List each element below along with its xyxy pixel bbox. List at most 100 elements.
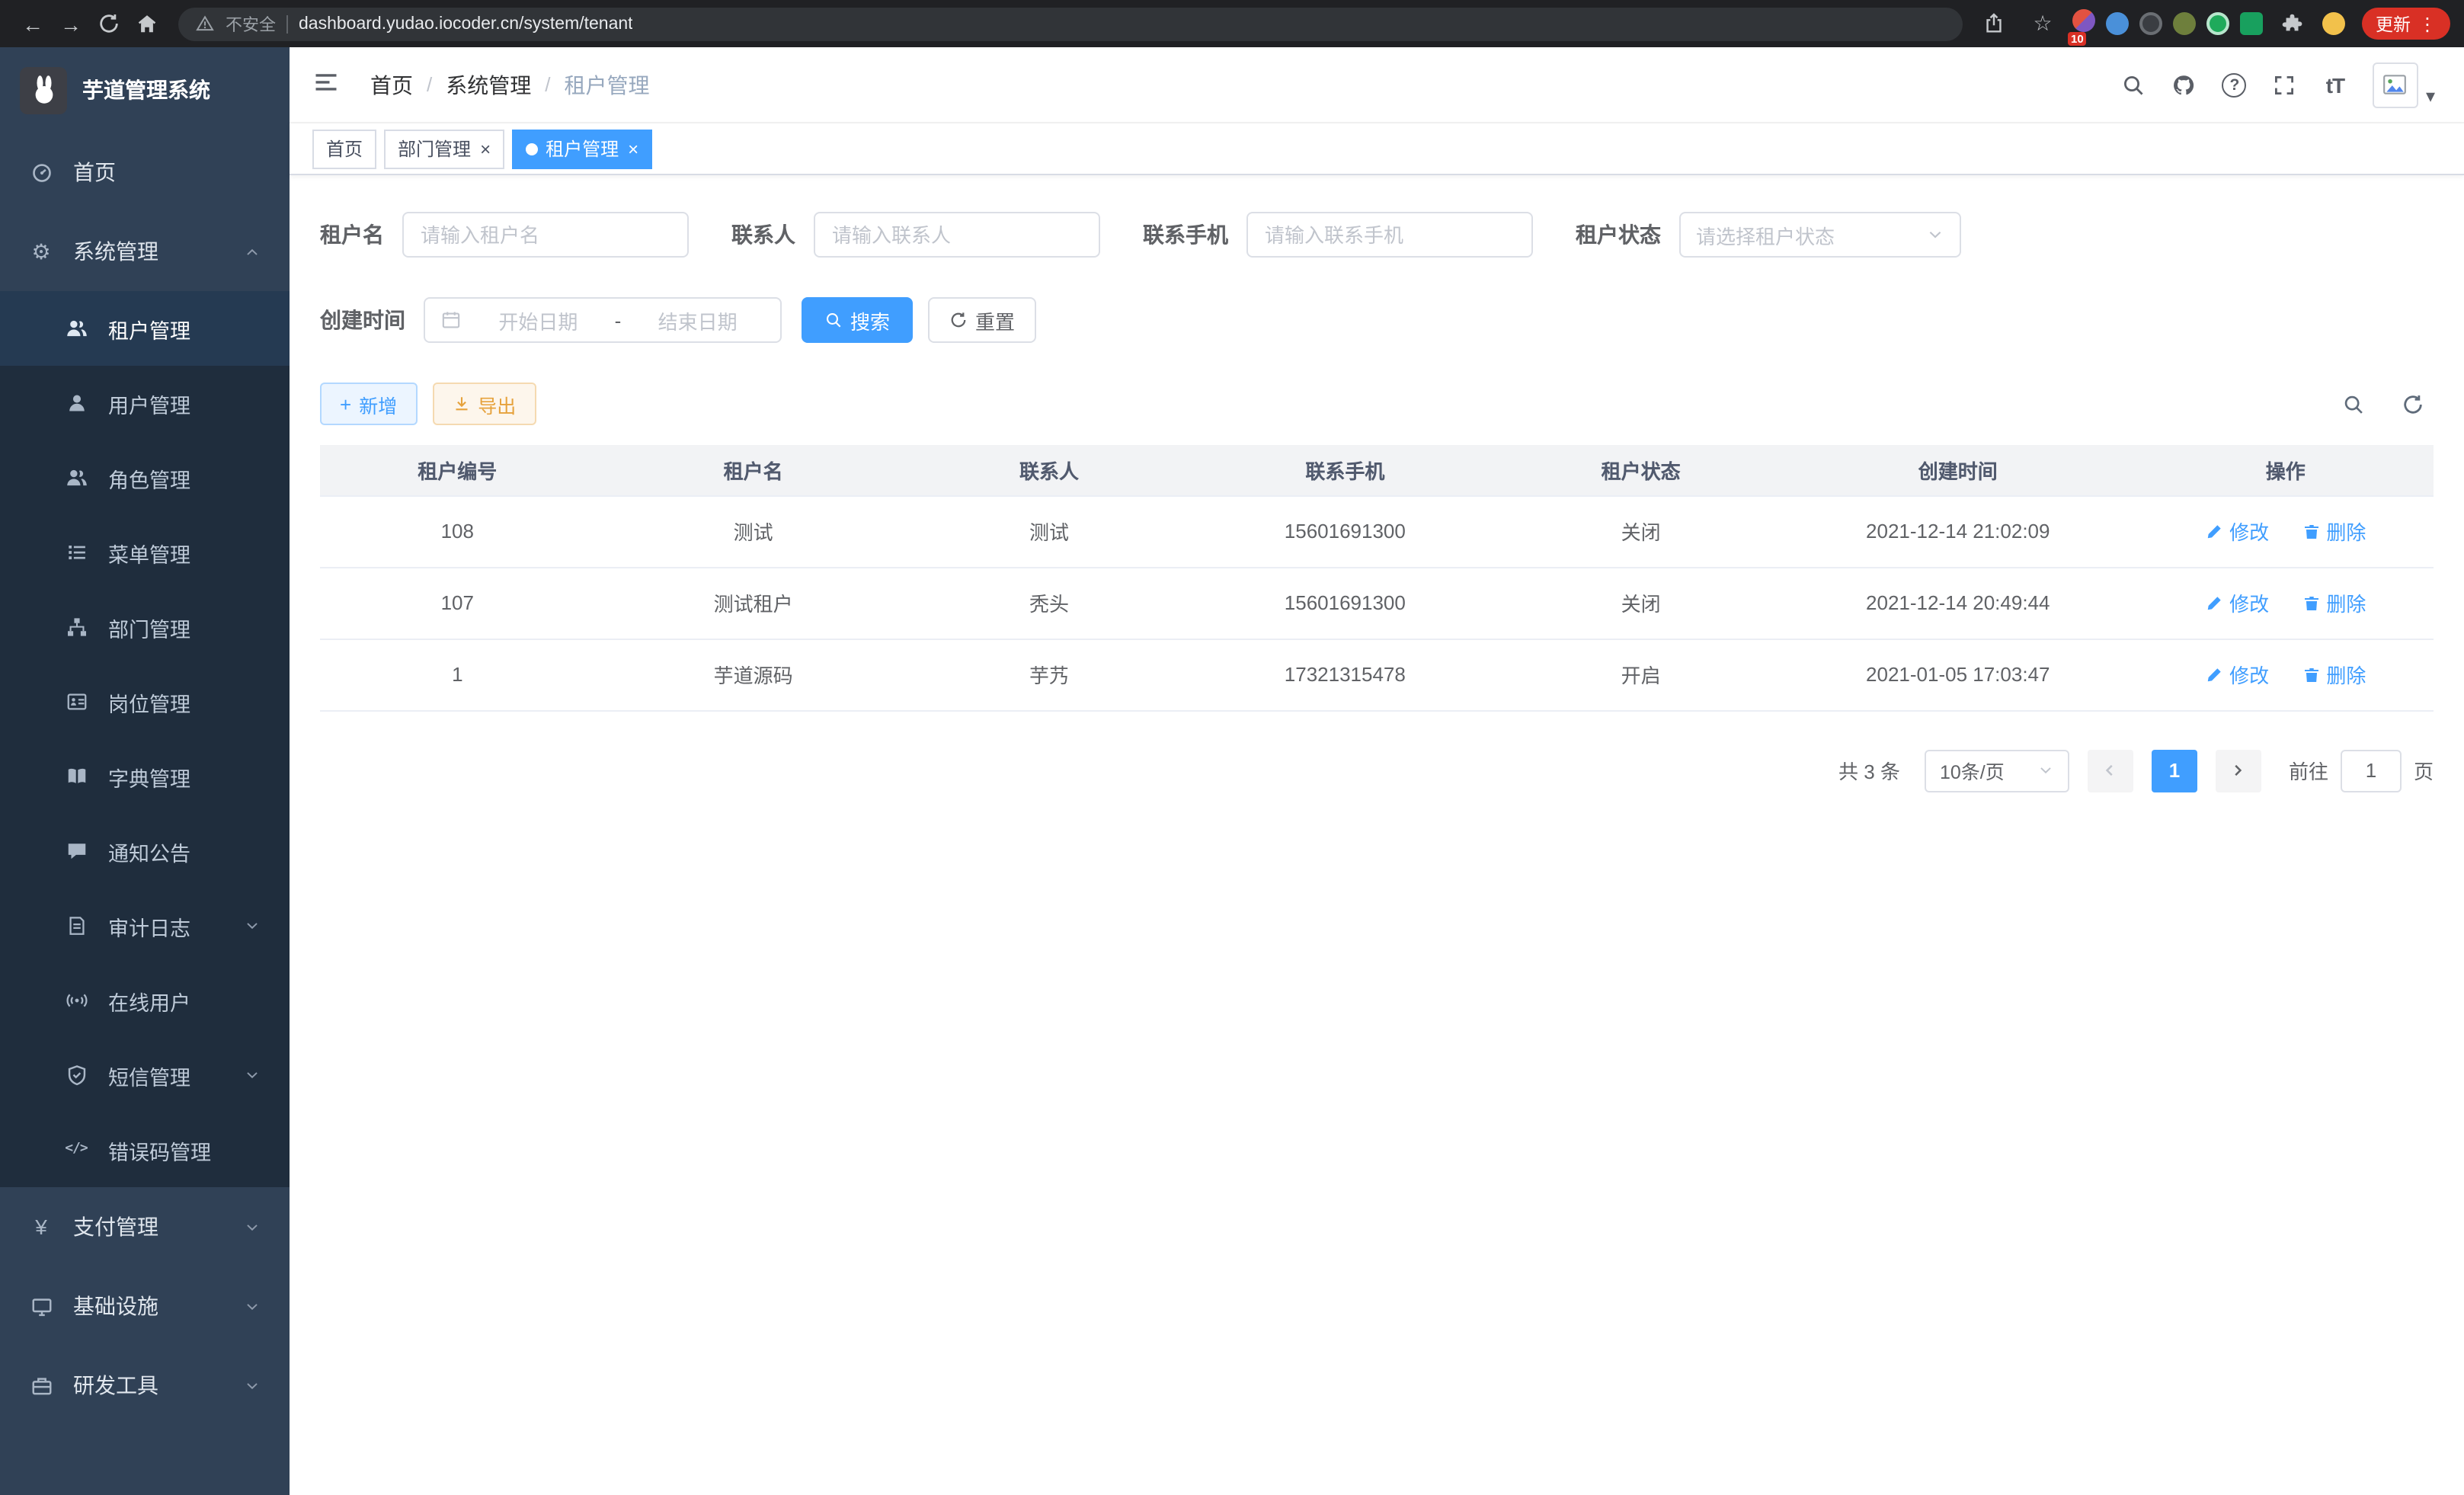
sidebar-item-menu-management[interactable]: 菜单管理 [0, 515, 290, 590]
prev-page-button[interactable] [2088, 749, 2133, 792]
mobile-input[interactable] [1246, 212, 1533, 258]
page-size-select[interactable]: 10条/页 [1925, 749, 2069, 792]
cell-created: 2021-01-05 17:03:47 [1778, 639, 2138, 710]
forward-icon: → [60, 11, 82, 36]
tab-tenant-management[interactable]: 租户管理 × [512, 129, 652, 168]
edit-link[interactable]: 修改 [2205, 588, 2269, 617]
sidebar-item-audit-log[interactable]: 审计日志 [0, 888, 290, 963]
sidebar-item-sms-management[interactable]: 短信管理 [0, 1038, 290, 1112]
export-button[interactable]: 导出 [432, 383, 536, 425]
github-link[interactable] [2159, 51, 2210, 118]
extensions-menu-button[interactable] [2274, 5, 2312, 43]
cell-actions: 修改 删除 [2138, 639, 2434, 710]
tab-bar: 首页 部门管理 × 租户管理 × [290, 123, 2464, 175]
extension-icon-blue[interactable] [2106, 12, 2129, 35]
reset-button-label: 重置 [975, 306, 1015, 335]
edit-link[interactable]: 修改 [2205, 517, 2269, 546]
home-button[interactable] [128, 5, 166, 43]
cell-tenant-name: 测试租户 [595, 567, 912, 639]
extension-icon-dark[interactable] [2139, 12, 2162, 35]
contact-input[interactable] [814, 212, 1100, 258]
pencil-icon [2205, 594, 2223, 612]
sidebar-item-system-management[interactable]: ⚙ 系统管理 [0, 212, 290, 291]
sidebar-item-tenant-management[interactable]: 租户管理 [0, 291, 290, 366]
sidebar-item-pay-management[interactable]: ¥ 支付管理 [0, 1187, 290, 1266]
toolbar: + 新增 导出 [320, 383, 2434, 425]
reload-button[interactable] [90, 5, 128, 43]
edit-link[interactable]: 修改 [2205, 660, 2269, 689]
sidebar-item-role-management[interactable]: 角色管理 [0, 440, 290, 515]
search-button[interactable]: 搜索 [802, 297, 913, 343]
sidebar-item-user-management[interactable]: 用户管理 [0, 366, 290, 440]
image-placeholder-icon [2382, 72, 2408, 98]
address-bar[interactable]: 不安全 dashboard.yudao.iocoder.cn/system/te… [178, 7, 1963, 40]
fullscreen-button[interactable] [2260, 51, 2310, 118]
tab-close-icon[interactable]: × [628, 139, 638, 158]
goto-page-input[interactable] [2341, 749, 2402, 792]
tab-close-icon[interactable]: × [480, 139, 491, 158]
status-select[interactable]: 请选择租户状态 [1679, 212, 1961, 258]
delete-link[interactable]: 删除 [2302, 517, 2366, 546]
cell-contact: 测试 [912, 495, 1187, 567]
sidebar-item-infrastructure[interactable]: 基础设施 [0, 1266, 290, 1346]
add-button[interactable]: + 新增 [320, 383, 417, 425]
breadcrumb-home[interactable]: 首页 [370, 69, 413, 100]
chrome-toolbar-right: ☆ 10 更新 ⋮ [1975, 5, 2450, 43]
tab-home[interactable]: 首页 [312, 129, 376, 168]
sidebar-item-online-users[interactable]: 在线用户 [0, 963, 290, 1038]
table-row: 107 测试租户 秃头 15601691300 关闭 2021-12-14 20… [320, 567, 2434, 639]
tab-dept-management[interactable]: 部门管理 × [384, 129, 504, 168]
people-icon [64, 316, 88, 341]
reset-button[interactable]: 重置 [928, 297, 1036, 343]
sidebar-item-label: 用户管理 [108, 388, 190, 418]
sidebar-collapse-button[interactable] [312, 68, 346, 101]
contact-label: 联系人 [731, 219, 795, 250]
docs-help-button[interactable]: ? [2210, 51, 2260, 118]
sidebar-item-dict-management[interactable]: 字典管理 [0, 739, 290, 814]
next-page-button[interactable] [2216, 749, 2261, 792]
extension-icon-olive[interactable] [2173, 12, 2196, 35]
forward-button[interactable]: → [52, 5, 90, 43]
profile-avatar-icon[interactable] [2322, 12, 2345, 35]
current-page-button[interactable]: 1 [2152, 749, 2197, 792]
sidebar-item-dev-tools[interactable]: 研发工具 [0, 1346, 290, 1425]
date-range-picker[interactable]: 开始日期 - 结束日期 [424, 297, 782, 343]
extension-icon-red [2072, 8, 2095, 31]
chrome-update-button[interactable]: 更新 ⋮ [2362, 8, 2450, 40]
sidebar-item-dept-management[interactable]: 部门管理 [0, 590, 290, 664]
delete-link[interactable]: 删除 [2302, 660, 2366, 689]
cell-status: 开启 [1503, 639, 1778, 710]
user-avatar[interactable] [2373, 62, 2418, 107]
delete-link[interactable]: 删除 [2302, 588, 2366, 617]
date-start-placeholder: 开始日期 [471, 306, 606, 335]
chevron-down-icon [244, 1298, 261, 1314]
extension-icon-green[interactable] [2206, 12, 2229, 35]
table-row: 108 测试 测试 15601691300 关闭 2021-12-14 21:0… [320, 495, 2434, 567]
app-logo[interactable]: 芋道管理系统 [0, 47, 290, 133]
extension-badge: 10 [2068, 31, 2087, 45]
extension-badged[interactable]: 10 [2072, 8, 2095, 39]
bookmark-button[interactable]: ☆ [2024, 5, 2062, 43]
chevron-down-icon [1926, 226, 1944, 244]
security-label: 不安全 [226, 11, 276, 36]
sidebar-item-post-management[interactable]: 岗位管理 [0, 664, 290, 739]
avatar-dropdown-caret-icon[interactable]: ▾ [2426, 86, 2435, 104]
extension-icon-chat[interactable] [2240, 12, 2263, 35]
sidebar-item-home[interactable]: 首页 [0, 133, 290, 212]
refresh-table-button[interactable] [2402, 392, 2424, 415]
sidebar-item-error-code-management[interactable]: </> 错误码管理 [0, 1112, 290, 1187]
cell-tenant-id: 107 [320, 567, 595, 639]
sidebar-item-label: 在线用户 [108, 985, 190, 1016]
filter-row-2: 创建时间 开始日期 - 结束日期 搜索 重置 [320, 297, 2434, 343]
font-size-button[interactable]: tT [2310, 51, 2360, 118]
breadcrumb-system[interactable]: 系统管理 [446, 69, 531, 100]
chrome-menu-kebab-icon[interactable]: ⋮ [2418, 14, 2437, 33]
header-search-button[interactable] [2109, 51, 2159, 118]
sidebar-item-label: 通知公告 [108, 836, 190, 866]
toggle-search-button[interactable] [2342, 392, 2365, 415]
tenant-name-input[interactable] [402, 212, 689, 258]
share-button[interactable] [1975, 5, 2013, 43]
back-button[interactable]: ← [14, 5, 52, 43]
sidebar-item-notice[interactable]: 通知公告 [0, 814, 290, 888]
tenant-name-label: 租户名 [320, 219, 384, 250]
